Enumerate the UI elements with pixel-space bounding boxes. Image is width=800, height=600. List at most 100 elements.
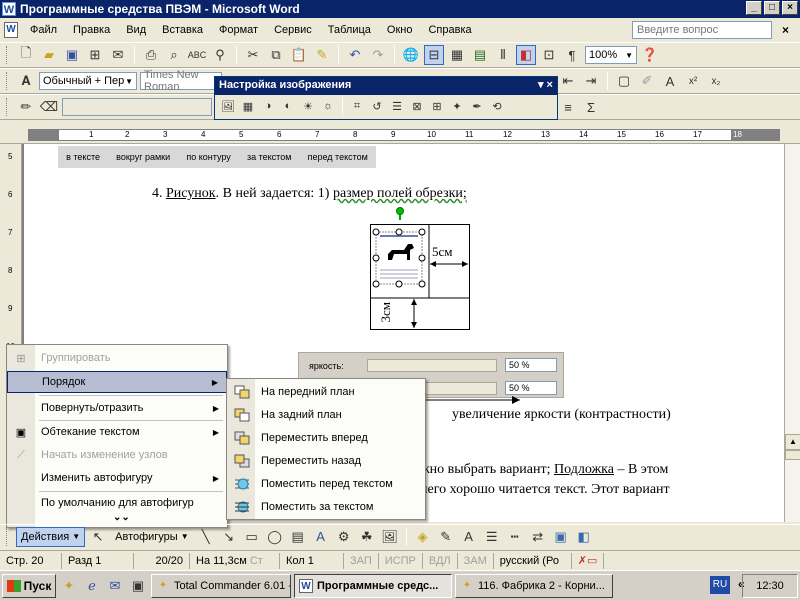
order-submenu[interactable]: На передний план На задний план Перемест…	[226, 378, 426, 520]
insert-table-icon[interactable]: ▦	[447, 45, 467, 65]
wordart-icon[interactable]: A	[311, 527, 331, 547]
menu-item-bring-forward[interactable]: Переместить вперед	[227, 427, 425, 449]
actions-button[interactable]: Действия ▼	[16, 526, 86, 547]
shadow-style-icon[interactable]: ▣	[551, 527, 571, 547]
picture-toolbar[interactable]: Настройка изображения ▾ × 🖼 ▦ ◑ ◐ ☀ ☼ ⌗ …	[214, 76, 558, 120]
format-painter-icon[interactable]: ✎	[312, 45, 332, 65]
menu-tools[interactable]: Сервис	[266, 22, 320, 38]
menu-item-send-backward[interactable]: Переместить назад	[227, 450, 425, 472]
menu-view[interactable]: Вид	[118, 22, 154, 38]
tables-borders-icon[interactable]: ⊟	[424, 45, 444, 65]
eraser-icon[interactable]: ⌫	[39, 97, 59, 117]
menu-file[interactable]: Файл	[22, 22, 65, 38]
insert-picture-icon[interactable]: 🖼	[380, 527, 400, 547]
line-style-icon[interactable]: ☰	[388, 97, 406, 115]
superscript-icon[interactable]: x²	[683, 71, 703, 91]
menu-item-rotate-flip[interactable]: Повернуть/отразить ▶	[7, 397, 227, 419]
status-record[interactable]: ЗАП	[344, 552, 379, 569]
quicklaunch-ie-icon[interactable]: ℯ	[82, 576, 102, 596]
styles-icon[interactable]: 𝐀	[16, 71, 36, 91]
less-brightness-icon[interactable]: ☼	[319, 97, 337, 115]
menu-item-order[interactable]: Порядок ▶	[7, 371, 227, 393]
select-objects-icon[interactable]: ↖	[88, 527, 108, 547]
less-contrast-icon[interactable]: ◐	[279, 97, 297, 115]
highlight-icon[interactable]: ✐	[637, 71, 657, 91]
insert-excel-icon[interactable]: ▤	[470, 45, 490, 65]
menu-item-edit-points[interactable]: ⟋ Начать изменение узлов	[7, 444, 227, 466]
status-language[interactable]: русский (Ро	[494, 552, 572, 569]
status-track-changes[interactable]: ИСПР	[379, 552, 423, 569]
insert-picture-icon[interactable]: 🖼	[219, 97, 237, 115]
vertical-scrollbar[interactable]: ▲	[784, 144, 800, 522]
picture-toolbar-controls[interactable]: ▾ ×	[538, 78, 553, 91]
maximize-button[interactable]: □	[764, 1, 780, 15]
document-icon[interactable]: W	[4, 22, 18, 38]
task-word-document[interactable]: W Программные средс...	[294, 573, 452, 598]
align-icon[interactable]: ≡	[558, 97, 578, 117]
permission-icon[interactable]: ⊞	[85, 45, 105, 65]
more-contrast-icon[interactable]: ◑	[259, 97, 277, 115]
reset-picture-icon[interactable]: ⟲	[488, 97, 506, 115]
actions-menu[interactable]: ⊞ Группировать Порядок ▶ Повернуть/отраз…	[6, 344, 228, 528]
rotation-handle[interactable]	[396, 207, 404, 215]
menu-item-behind-text[interactable]: Поместить за текстом	[227, 496, 425, 518]
subscript-icon[interactable]: x₂	[706, 71, 726, 91]
menu-item-group[interactable]: ⊞ Группировать	[7, 347, 227, 369]
menu-window[interactable]: Окно	[379, 22, 421, 38]
color-icon[interactable]: ▦	[239, 97, 257, 115]
clip-art-icon[interactable]: ☘	[357, 527, 377, 547]
quicklaunch-desktop-icon[interactable]: ▣	[128, 576, 148, 596]
drawing-icon[interactable]: ◧	[516, 45, 536, 65]
rectangle-tool-icon[interactable]: ▭	[242, 527, 262, 547]
print-icon[interactable]: ⎙	[141, 45, 161, 65]
start-button[interactable]: Пуск	[2, 573, 56, 598]
toolbar-grip[interactable]	[6, 527, 9, 546]
picture-toolbar-caption[interactable]: Настройка изображения ▾ ×	[215, 77, 557, 95]
minimize-button[interactable]: _	[746, 1, 762, 15]
toolbar-grip[interactable]	[6, 72, 9, 90]
document-map-icon[interactable]: ⊡	[539, 45, 559, 65]
menu-item-bring-to-front[interactable]: На передний план	[227, 381, 425, 403]
title-bar[interactable]: W Программные средства ПВЭМ - Microsoft …	[0, 0, 800, 18]
redo-icon[interactable]: ↷	[368, 45, 388, 65]
compress-pictures-icon[interactable]: ⊠	[408, 97, 426, 115]
font-color-icon[interactable]: A	[660, 71, 680, 91]
style-select[interactable]: Обычный + Пер ▼	[39, 72, 137, 90]
crop-icon[interactable]: ⌗	[348, 97, 366, 115]
system-clock[interactable]: 12:30	[742, 574, 798, 598]
status-extend[interactable]: ВДЛ	[423, 552, 458, 569]
menu-edit[interactable]: Правка	[65, 22, 118, 38]
menu-item-text-wrapping[interactable]: ▣ Обтекание текстом ▶	[7, 421, 227, 443]
3d-style-icon[interactable]: ◧	[574, 527, 594, 547]
quicklaunch-winamp-icon[interactable]: ✦	[59, 576, 79, 596]
copy-icon[interactable]: ⧉	[266, 45, 286, 65]
font-color-icon[interactable]: A	[459, 527, 479, 547]
fill-color-icon[interactable]: ◈	[413, 527, 433, 547]
spelling-status-icon[interactable]: ✗▭	[572, 552, 605, 569]
brightness-spinner[interactable]: 50 %	[505, 358, 557, 372]
borders-icon[interactable]: ▢	[614, 71, 634, 91]
rotate-left-icon[interactable]: ↺	[368, 97, 386, 115]
print-preview-icon[interactable]: ⌕	[164, 45, 184, 65]
line-tool-icon[interactable]: ╲	[196, 527, 216, 547]
menu-item-send-to-back[interactable]: На задний план	[227, 404, 425, 426]
menu-table[interactable]: Таблица	[320, 22, 379, 38]
sum-icon[interactable]: Σ	[581, 97, 601, 117]
new-document-icon[interactable]: 🗋	[16, 45, 36, 65]
increase-indent-icon[interactable]: ⇥	[581, 71, 601, 91]
columns-icon[interactable]: ⫴	[493, 45, 513, 65]
hyperlink-icon[interactable]: 🌐	[401, 45, 421, 65]
menu-expand-icon[interactable]: ⌄⌄	[113, 512, 130, 523]
close-button[interactable]: ×	[782, 1, 798, 15]
menu-format[interactable]: Формат	[211, 22, 266, 38]
format-picture-icon[interactable]: ✦	[448, 97, 466, 115]
show-hide-icon[interactable]: ¶	[562, 45, 582, 65]
diagram-icon[interactable]: ⚙	[334, 527, 354, 547]
toolbar-grip[interactable]	[6, 98, 9, 116]
line-color-icon[interactable]: ✎	[436, 527, 456, 547]
crop-illustration[interactable]: 5см 3см	[370, 207, 470, 330]
dash-style-icon[interactable]: ┅	[505, 527, 525, 547]
line-style-icon[interactable]: ☰	[482, 527, 502, 547]
text-box-icon[interactable]: ▤	[288, 527, 308, 547]
close-document-button[interactable]: ×	[782, 23, 789, 37]
